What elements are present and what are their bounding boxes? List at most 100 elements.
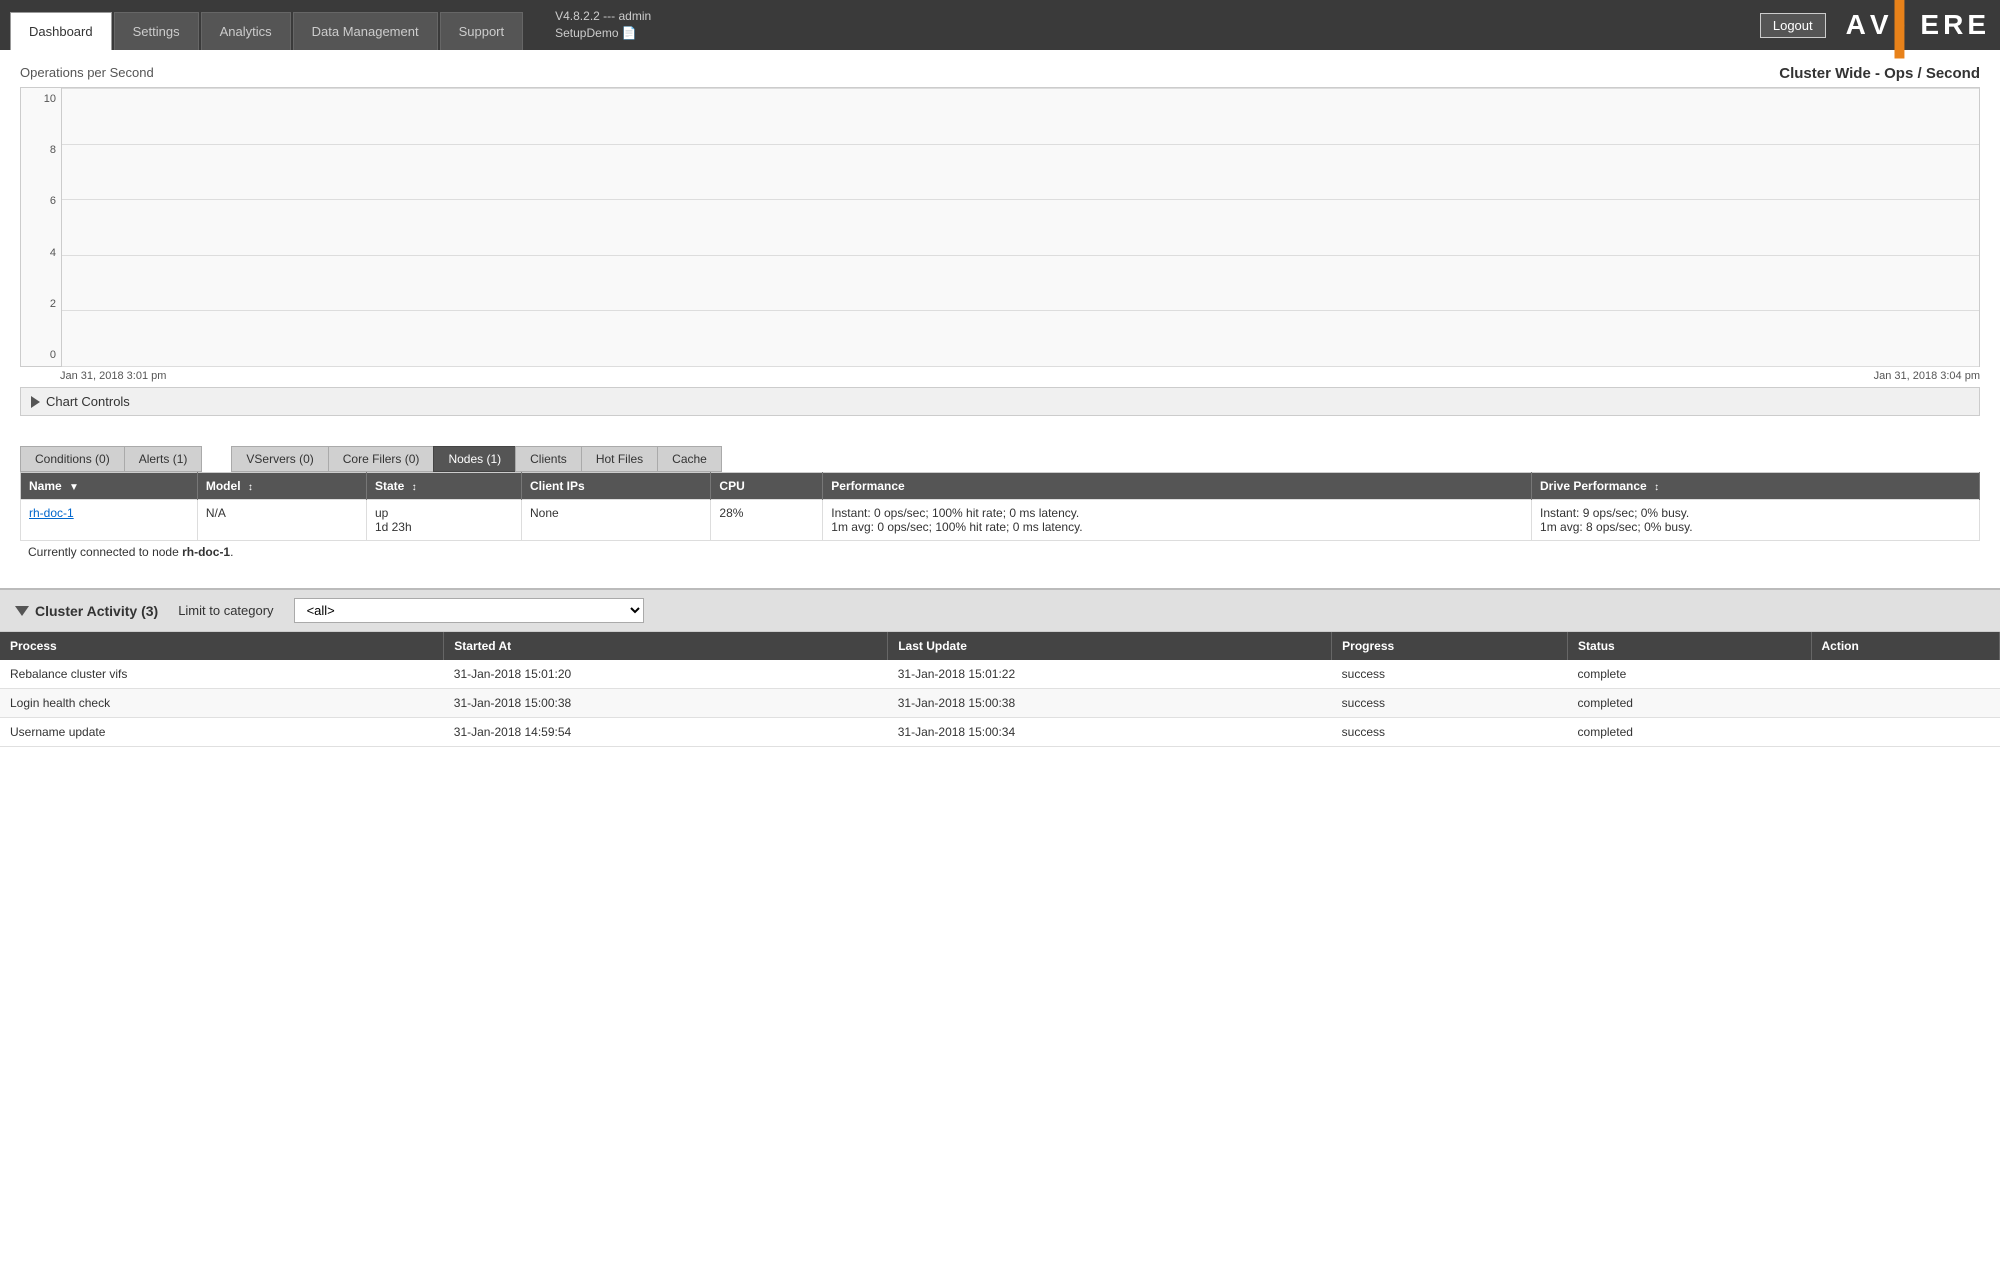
col-state[interactable]: State ↕ <box>366 473 521 500</box>
limit-label: Limit to category <box>178 603 273 618</box>
sort-name-icon: ▼ <box>69 482 79 493</box>
cluster-title-label: Cluster Activity (3) <box>35 603 158 619</box>
tab-data-management[interactable]: Data Management <box>293 12 438 50</box>
grid-line-2 <box>62 310 1979 311</box>
cluster-activity: Cluster Activity (3) Limit to category <… <box>0 588 2000 747</box>
activity-action-3 <box>1811 718 1999 747</box>
tab-analytics[interactable]: Analytics <box>201 12 291 50</box>
cell-performance: Instant: 0 ops/sec; 100% hit rate; 0 ms … <box>823 500 1532 541</box>
table-row: rh-doc-1 N/A up1d 23h None 28% Instant: … <box>21 500 1980 541</box>
chart-area: 10 8 6 4 2 0 <box>20 87 1980 367</box>
activity-status-1: complete <box>1568 660 1811 689</box>
avere-logo: A V ▌▌ E R E <box>1846 0 1990 57</box>
logo-r: R <box>1943 9 1967 41</box>
y-label-8: 8 <box>21 144 56 156</box>
main-content: Operations per Second Cluster Wide - Ops… <box>0 50 2000 1288</box>
header-right: Logout A V ▌▌ E R E <box>1760 0 1990 57</box>
activity-row: Login health check 31-Jan-2018 15:00:38 … <box>0 689 2000 718</box>
limit-category-select[interactable]: <all> <box>294 598 644 623</box>
activity-process-3: Username update <box>0 718 444 747</box>
activity-process-1: Rebalance cluster vifs <box>0 660 444 689</box>
col-status: Status <box>1568 632 1811 660</box>
chart-controls-label: Chart Controls <box>46 394 130 409</box>
cell-name: rh-doc-1 <box>21 500 198 541</box>
tab-alerts[interactable]: Alerts (1) <box>124 446 203 472</box>
chart-controls-bar[interactable]: Chart Controls <box>20 387 1980 416</box>
sort-state-icon: ↕ <box>412 482 417 493</box>
y-label-6: 6 <box>21 195 56 207</box>
activity-row: Username update 31-Jan-2018 14:59:54 31-… <box>0 718 2000 747</box>
col-model[interactable]: Model ↕ <box>197 473 366 500</box>
activity-table: Process Started At Last Update Progress … <box>0 632 2000 747</box>
activity-started-2: 31-Jan-2018 15:00:38 <box>444 689 888 718</box>
grid-line-8 <box>62 144 1979 145</box>
nav-tabs: Dashboard Settings Analytics Data Manage… <box>10 0 525 50</box>
tab-vservers[interactable]: VServers (0) <box>231 446 328 472</box>
y-label-0: 0 <box>21 349 56 361</box>
activity-updated-2: 31-Jan-2018 15:00:38 <box>888 689 1332 718</box>
chart-plot <box>61 88 1979 366</box>
logo-e1: E <box>1920 9 1943 41</box>
col-client-ips: Client IPs <box>522 473 711 500</box>
logout-button[interactable]: Logout <box>1760 13 1826 38</box>
tab-clients[interactable]: Clients <box>515 446 582 472</box>
sort-drive-icon: ↕ <box>1654 482 1659 493</box>
nodes-table: Name ▼ Model ↕ State ↕ Client IPs CPU Pe… <box>20 472 1980 541</box>
activity-updated-3: 31-Jan-2018 15:00:34 <box>888 718 1332 747</box>
chart-y-axis: 10 8 6 4 2 0 <box>21 88 61 366</box>
col-last-update: Last Update <box>888 632 1332 660</box>
version-label: V4.8.2.2 --- admin <box>555 8 651 25</box>
cell-drive-performance: Instant: 9 ops/sec; 0% busy.1m avg: 8 op… <box>1532 500 1980 541</box>
node-link[interactable]: rh-doc-1 <box>29 506 74 520</box>
y-label-2: 2 <box>21 298 56 310</box>
tab-support[interactable]: Support <box>440 12 524 50</box>
table-header-row: Name ▼ Model ↕ State ↕ Client IPs CPU Pe… <box>21 473 1980 500</box>
cell-model: N/A <box>197 500 366 541</box>
activity-action-1 <box>1811 660 1999 689</box>
chart-ops-label: Operations per Second <box>20 65 154 80</box>
y-label-4: 4 <box>21 247 56 259</box>
y-label-10: 10 <box>21 93 56 105</box>
col-name[interactable]: Name ▼ <box>21 473 198 500</box>
triangle-down-icon <box>15 606 29 616</box>
tab-dashboard[interactable]: Dashboard <box>10 12 112 50</box>
cell-client-ips: None <box>522 500 711 541</box>
grid-line-6 <box>62 199 1979 200</box>
connected-node-info: Currently connected to node rh-doc-1. <box>20 541 1980 563</box>
tab-group-nodes: VServers (0) Core Filers (0) Nodes (1) C… <box>231 446 720 472</box>
tab-hot-files[interactable]: Hot Files <box>581 446 658 472</box>
col-action: Action <box>1811 632 1999 660</box>
tab-group-conditions: Conditions (0) Alerts (1) <box>20 446 201 472</box>
logo-v: V <box>1870 9 1893 41</box>
tab-nodes[interactable]: Nodes (1) <box>433 446 516 472</box>
col-drive-performance[interactable]: Drive Performance ↕ <box>1532 473 1980 500</box>
connected-node-name: rh-doc-1 <box>182 545 230 559</box>
tab-cache[interactable]: Cache <box>657 446 722 472</box>
col-started-at: Started At <box>444 632 888 660</box>
cell-state: up1d 23h <box>366 500 521 541</box>
grid-line-0 <box>62 366 1979 367</box>
cell-cpu: 28% <box>711 500 823 541</box>
cluster-activity-title[interactable]: Cluster Activity (3) <box>15 603 158 619</box>
col-process: Process <box>0 632 444 660</box>
activity-status-3: completed <box>1568 718 1811 747</box>
data-table-container: Name ▼ Model ↕ State ↕ Client IPs CPU Pe… <box>0 472 2000 573</box>
setup-label: SetupDemo 📄 <box>555 25 651 42</box>
activity-progress-1: success <box>1332 660 1568 689</box>
tab-settings[interactable]: Settings <box>114 12 199 50</box>
tab-conditions[interactable]: Conditions (0) <box>20 446 125 472</box>
tabs-section: Conditions (0) Alerts (1) VServers (0) C… <box>0 431 2000 472</box>
header-info: V4.8.2.2 --- admin SetupDemo 📄 <box>555 8 651 42</box>
col-progress: Progress <box>1332 632 1568 660</box>
activity-header-row: Process Started At Last Update Progress … <box>0 632 2000 660</box>
col-cpu: CPU <box>711 473 823 500</box>
col-performance: Performance <box>823 473 1532 500</box>
header: Dashboard Settings Analytics Data Manage… <box>0 0 2000 50</box>
activity-process-2: Login health check <box>0 689 444 718</box>
cluster-activity-header: Cluster Activity (3) Limit to category <… <box>0 590 2000 632</box>
tab-core-filers[interactable]: Core Filers (0) <box>328 446 435 472</box>
logo-accent: ▌▌ <box>1895 0 1919 57</box>
x-label-end: Jan 31, 2018 3:04 pm <box>1874 370 1980 382</box>
chart-section: Operations per Second Cluster Wide - Ops… <box>0 50 2000 431</box>
grid-line-4 <box>62 255 1979 256</box>
